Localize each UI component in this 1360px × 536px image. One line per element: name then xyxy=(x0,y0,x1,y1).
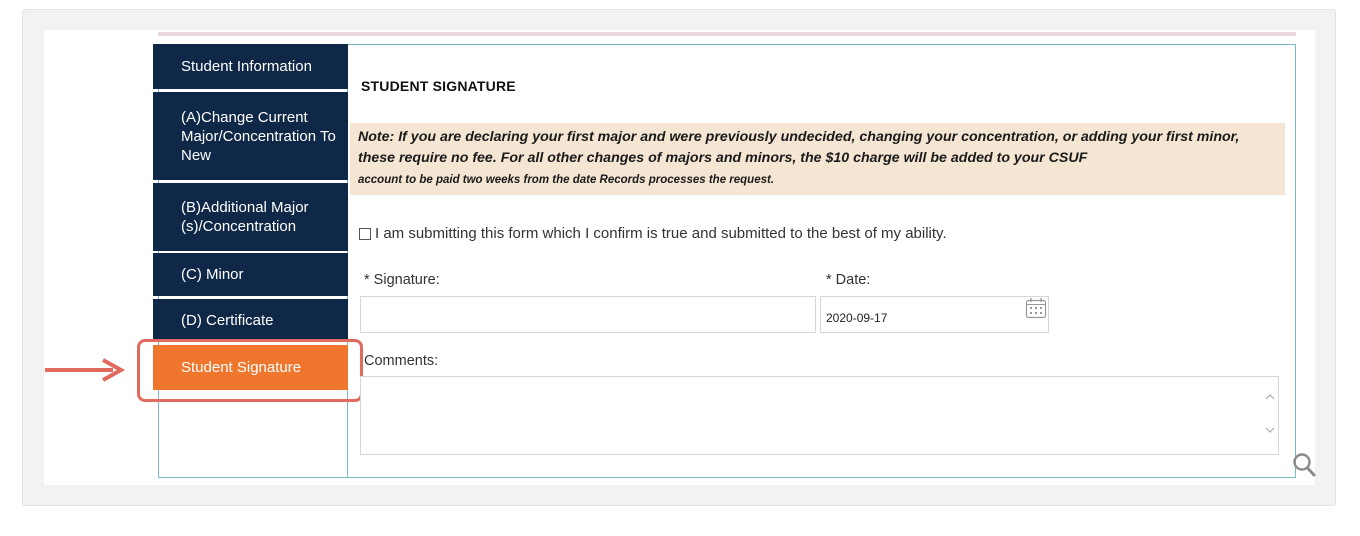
scroll-down-icon[interactable] xyxy=(1265,426,1275,434)
nav-item-label: (A)Change Current Major/Concentration To… xyxy=(181,108,336,164)
annotation-highlight-box xyxy=(137,339,363,402)
confirm-label: I am submitting this form which I confir… xyxy=(375,225,947,242)
nav-item-label: (C) Minor xyxy=(181,266,244,283)
nav-item-change-current-major[interactable]: (A)Change Current Major/Concentration To… xyxy=(153,92,348,180)
confirm-checkbox[interactable] xyxy=(359,227,371,240)
annotation-arrow-icon xyxy=(45,358,126,382)
nav-item-label: (B)Additional Major (s)/Concentration xyxy=(181,199,309,235)
nav-item-minor[interactable]: (C) Minor xyxy=(153,253,348,296)
fee-note: Note: If you are declaring your first ma… xyxy=(350,123,1285,195)
search-icon[interactable] xyxy=(1292,452,1318,480)
signature-input[interactable] xyxy=(360,296,816,333)
fee-note-small: account to be paid two weeks from the da… xyxy=(358,174,775,186)
top-divider xyxy=(158,32,1296,36)
nav-item-label: Student Information xyxy=(181,58,312,75)
comments-textarea[interactable] xyxy=(360,376,1279,455)
signature-label: * Signature: xyxy=(364,272,440,288)
nav-item-additional-major[interactable]: (B)Additional Major (s)/Concentration xyxy=(153,183,348,251)
date-label: * Date: xyxy=(826,272,871,288)
nav-item-certificate[interactable]: (D) Certificate xyxy=(153,299,348,342)
comments-label: Comments: xyxy=(364,353,439,369)
confirm-row: I am submitting this form which I confir… xyxy=(359,225,947,242)
date-value: 2020-09-17 xyxy=(826,311,888,325)
calendar-icon[interactable] xyxy=(1025,297,1047,319)
fee-note-main: Note: If you are declaring your first ma… xyxy=(358,129,1240,166)
nav-item-student-information[interactable]: Student Information xyxy=(153,44,348,89)
section-title: STUDENT SIGNATURE xyxy=(361,78,516,94)
scroll-up-icon[interactable] xyxy=(1265,393,1275,401)
nav-item-label: (D) Certificate xyxy=(181,312,274,329)
